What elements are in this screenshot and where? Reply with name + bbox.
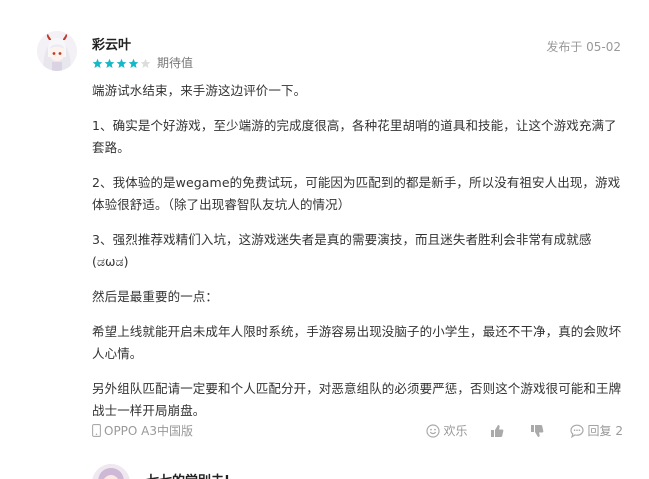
thumbs-up-icon [490,424,503,437]
review-paragraph: 端游试水结束，来手游这边评价一下。 [92,83,307,98]
rating-row: 期待值 [92,56,193,70]
fun-label: 欢乐 [443,424,468,438]
user-avatar[interactable] [37,31,77,71]
phone-icon [92,424,101,437]
star-filled-icon [104,58,115,68]
fun-button[interactable]: 欢乐 [425,422,468,439]
like-button[interactable] [490,424,508,438]
review-footer: OPPO A3中国版 欢乐 回复 2 [92,420,623,440]
device-info: OPPO A3中国版 [92,422,193,439]
review-paragraph: 1、确实是个好游戏，至少端游的完成度很高，各种花里胡哨的道具和技能，让这个游戏充… [92,118,617,155]
reply-label: 回复 2 [587,424,623,438]
next-username[interactable]: 七七的觉别去! [146,470,230,479]
reply-bubble-icon [569,424,584,438]
smile-icon [425,423,440,438]
review-paragraph: 另外组队匹配请一定要和个人匹配分开，对恶意组队的必须要严惩，否则这个游戏很可能和… [92,381,622,418]
review-paragraph: 希望上线就能开启未成年人限时系统，手游容易出现没脑子的小学生，最还不干净，真的会… [92,324,622,361]
star-filled-icon [116,58,127,68]
review-card: 彩云叶 发布于 05-02 期待值 端游试水结束，来手游这边评价一下。 1、确实是… [0,0,649,479]
star-filled-icon [92,58,103,68]
review-paragraph: 2、我体验的是wegame的免费试玩，可能因为匹配到的都是新手，所以没有祖安人出… [92,175,621,212]
star-empty-icon [140,58,151,68]
reply-button[interactable]: 回复 2 [569,422,623,439]
post-date: 发布于 05-02 [546,40,621,54]
review-paragraph: 然后是最重要的一点： [92,289,219,304]
next-user-avatar[interactable] [92,464,130,479]
star-filled-icon [128,58,139,68]
review-paragraph: 3、强烈推荐戏精们入坑，这游戏迷失者是真的需要演技，而且迷失者胜利会非常有成就感… [92,232,592,269]
next-review-card: 七七的觉别去! [0,458,649,479]
thumbs-down-icon [530,424,543,437]
star-rating [92,58,152,69]
review-content: 端游试水结束，来手游这边评价一下。 1、确实是个好游戏，至少端游的完成度很高，各种… [92,80,622,435]
dislike-button[interactable] [530,424,548,438]
device-name: OPPO A3中国版 [104,424,194,438]
review-actions: 欢乐 回复 2 [404,422,623,439]
username[interactable]: 彩云叶 [92,38,131,54]
rating-label: 期待值 [157,56,194,70]
